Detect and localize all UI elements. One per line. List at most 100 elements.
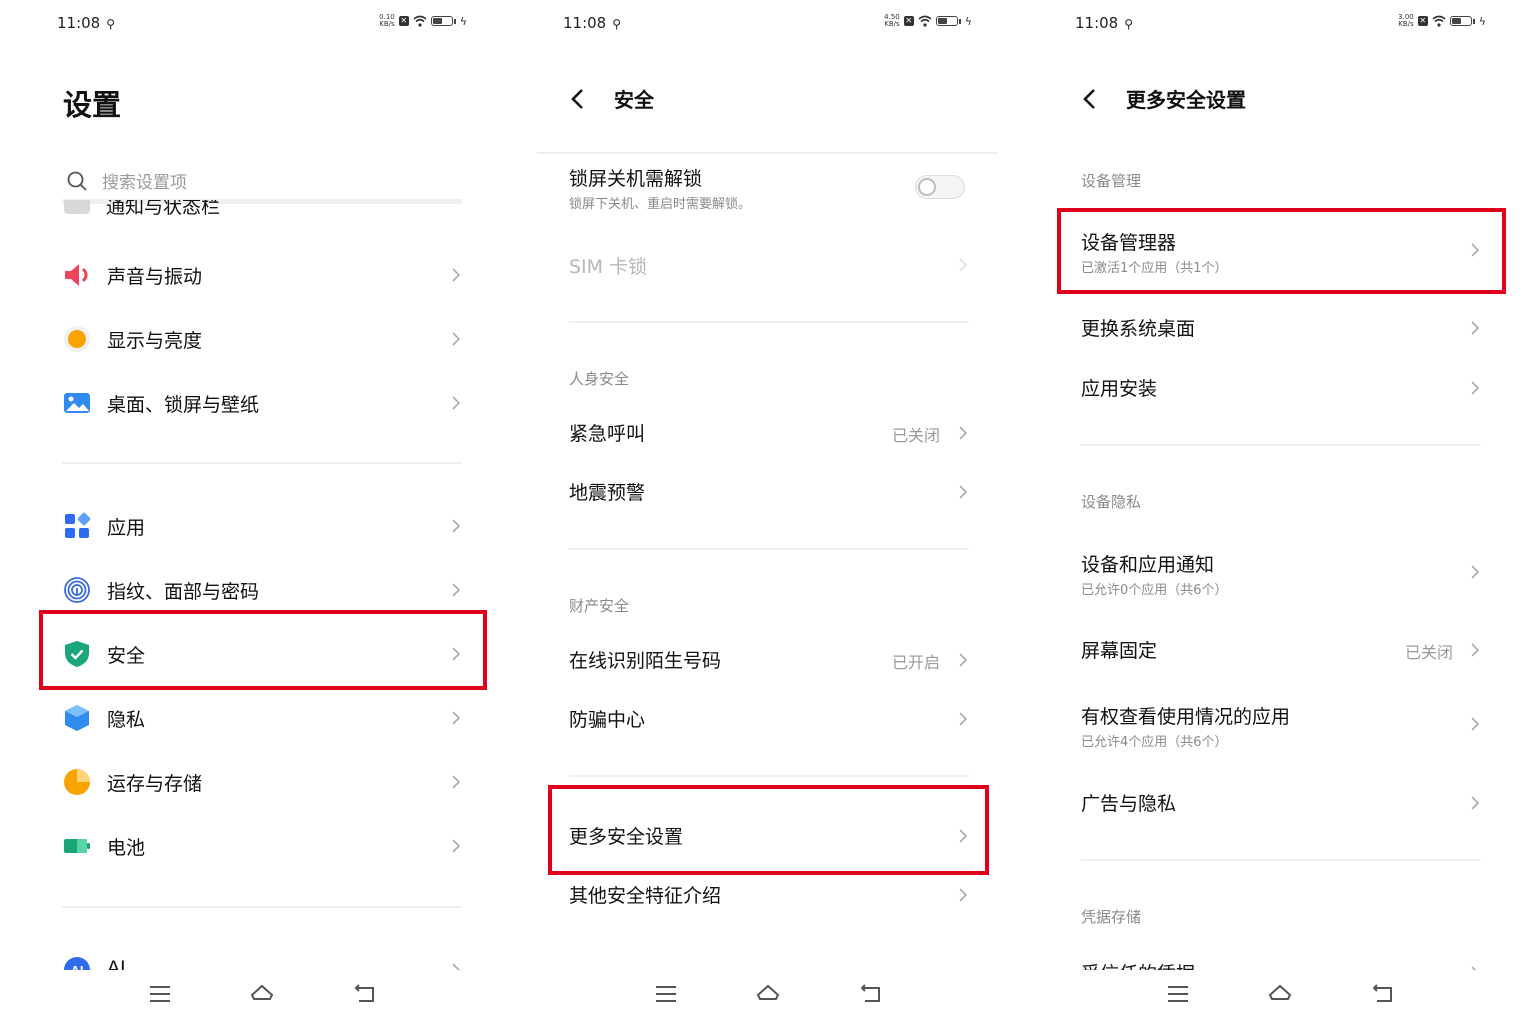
brightness-icon xyxy=(64,326,90,352)
status-time: 11:08 ⚲ xyxy=(1075,14,1134,32)
earthquake-alert-row[interactable]: 地震预警 xyxy=(512,464,1024,520)
page-title: 安全 xyxy=(614,88,654,112)
back-nav-icon[interactable] xyxy=(1371,982,1395,1006)
home-icon[interactable] xyxy=(1268,982,1292,1006)
notification-access-row[interactable]: 设备和应用通知 已允许0个应用（共6个） xyxy=(1024,542,1536,602)
section-header-device-mgmt: 设备管理 xyxy=(1081,172,1142,190)
settings-item-battery[interactable]: 电池 xyxy=(0,818,512,874)
status-icons: 4.50 KB/s ✕ ϟ xyxy=(884,14,972,28)
status-icons: 0.10 KB/s ✕ ϟ xyxy=(379,14,467,28)
device-admin-subtext: 已激活1个应用（共1个） xyxy=(1081,261,1228,276)
settings-panel: 11:08 ⚲ 0.10 KB/s ✕ ϟ 设置 搜索设置项 通知与状态栏 声音与振… xyxy=(0,0,512,1024)
menu-icon[interactable] xyxy=(654,982,678,1006)
chevron-right-icon xyxy=(1471,565,1480,579)
divider xyxy=(1081,859,1481,861)
chevron-right-icon xyxy=(1471,321,1480,335)
header: 更多安全设置 xyxy=(1078,84,1246,113)
header: 安全 xyxy=(566,84,654,113)
nav-bar xyxy=(512,970,1024,1024)
lock-shutdown-subtext: 锁屏下关机、重启时需要解锁。 xyxy=(569,197,752,212)
other-features-row[interactable]: 其他安全特征介绍 xyxy=(512,867,1024,923)
security-panel: 11:08 ⚲ 4.50 KB/s ✕ ϟ 安全 锁屏关机需解锁 锁屏下关机、重启时… xyxy=(512,0,1024,1024)
net-speed: 0.10 KB/s xyxy=(379,13,395,28)
settings-item-security[interactable]: 安全 xyxy=(0,626,512,682)
charging-icon: ϟ xyxy=(459,14,467,28)
settings-item-fingerprint[interactable]: 指纹、面部与密码 xyxy=(0,562,512,618)
chevron-right-icon xyxy=(452,583,461,597)
settings-item-apps[interactable]: 应用 xyxy=(0,498,512,554)
chevron-right-icon xyxy=(452,711,461,725)
charging-icon: ϟ xyxy=(1478,14,1486,28)
section-header-personal: 人身安全 xyxy=(569,370,630,388)
chevron-right-icon xyxy=(452,332,461,346)
divider xyxy=(569,548,969,550)
divider xyxy=(569,321,969,323)
search-icon xyxy=(67,171,87,191)
chevron-right-icon xyxy=(959,426,968,440)
settings-item-display[interactable]: 显示与亮度 xyxy=(0,311,512,367)
home-icon[interactable] xyxy=(250,982,274,1006)
chevron-right-icon xyxy=(959,258,968,272)
chevron-right-icon xyxy=(452,396,461,410)
notification-access-subtext: 已允许0个应用（共6个） xyxy=(1081,583,1228,598)
shield-icon xyxy=(65,641,89,667)
lock-shutdown-row[interactable]: 锁屏关机需解锁 锁屏下关机、重启时需要解锁。 xyxy=(512,160,1024,220)
status-time: 11:08 ⚲ xyxy=(57,14,116,32)
no-sim-icon: ✕ xyxy=(1417,16,1428,26)
more-security-row[interactable]: 更多安全设置 xyxy=(512,808,1024,864)
menu-icon[interactable] xyxy=(148,982,172,1006)
chevron-right-icon xyxy=(452,647,461,661)
menu-icon[interactable] xyxy=(1166,982,1190,1006)
chevron-right-icon xyxy=(1471,381,1480,395)
chevron-right-icon xyxy=(452,839,461,853)
chevron-right-icon xyxy=(1471,243,1480,257)
speaker-icon xyxy=(65,264,88,286)
battery-icon xyxy=(64,839,90,853)
status-icons: 3.00 KB/s ✕ ϟ xyxy=(1398,14,1486,28)
usage-access-subtext: 已允许4个应用（共6个） xyxy=(1081,735,1228,750)
status-time: 11:08 ⚲ xyxy=(563,14,622,32)
lock-shutdown-toggle[interactable] xyxy=(915,175,965,199)
back-nav-icon[interactable] xyxy=(859,982,883,1006)
online-id-status: 已开启 xyxy=(892,653,941,672)
emergency-call-row[interactable]: 紧急呼叫 已关闭 xyxy=(512,405,1024,461)
screen-pin-row[interactable]: 屏幕固定 已关闭 xyxy=(1024,622,1536,678)
fingerprint-icon xyxy=(64,577,90,603)
chevron-right-icon xyxy=(452,775,461,789)
privacy-icon xyxy=(65,705,89,731)
back-icon[interactable] xyxy=(1078,86,1104,112)
usb-icon: ⚲ xyxy=(106,17,116,31)
no-sim-icon: ✕ xyxy=(398,16,409,26)
wallpaper-icon xyxy=(64,393,90,413)
section-header-credentials: 凭据存储 xyxy=(1081,908,1142,926)
home-icon[interactable] xyxy=(756,982,780,1006)
list-item-notifications[interactable]: 通知与状态栏 xyxy=(62,200,462,222)
no-sim-icon: ✕ xyxy=(903,16,914,26)
device-admin-row[interactable]: 设备管理器 已激活1个应用（共1个） xyxy=(1024,220,1536,280)
settings-item-storage[interactable]: 运存与存储 xyxy=(0,754,512,810)
sim-lock-row: SIM 卡锁 xyxy=(512,237,1024,293)
search-input[interactable]: 搜索设置项 xyxy=(62,162,462,204)
anti-fraud-row[interactable]: 防骗中心 xyxy=(512,691,1024,747)
ads-privacy-row[interactable]: 广告与隐私 xyxy=(1024,775,1536,831)
change-launcher-row[interactable]: 更换系统桌面 xyxy=(1024,300,1536,356)
wifi-icon xyxy=(413,15,427,27)
battery-status-icon xyxy=(935,16,958,26)
section-header-device-privacy: 设备隐私 xyxy=(1081,493,1142,511)
usage-access-row[interactable]: 有权查看使用情况的应用 已允许4个应用（共6个） xyxy=(1024,694,1536,754)
back-icon[interactable] xyxy=(566,86,592,112)
divider xyxy=(62,906,462,908)
chevron-right-icon xyxy=(452,268,461,282)
settings-item-sound[interactable]: 声音与振动 xyxy=(0,247,512,303)
settings-item-privacy[interactable]: 隐私 xyxy=(0,690,512,746)
net-speed: 4.50 KB/s xyxy=(884,13,900,28)
chevron-right-icon xyxy=(959,485,968,499)
screen-pin-status: 已关闭 xyxy=(1405,643,1454,662)
chevron-right-icon xyxy=(959,653,968,667)
online-id-row[interactable]: 在线识别陌生号码 已开启 xyxy=(512,632,1024,688)
nav-bar xyxy=(1024,970,1536,1024)
settings-item-wallpaper[interactable]: 桌面、锁屏与壁纸 xyxy=(0,375,512,431)
net-speed: 3.00 KB/s xyxy=(1398,13,1414,28)
app-install-row[interactable]: 应用安装 xyxy=(1024,360,1536,416)
back-nav-icon[interactable] xyxy=(353,982,377,1006)
